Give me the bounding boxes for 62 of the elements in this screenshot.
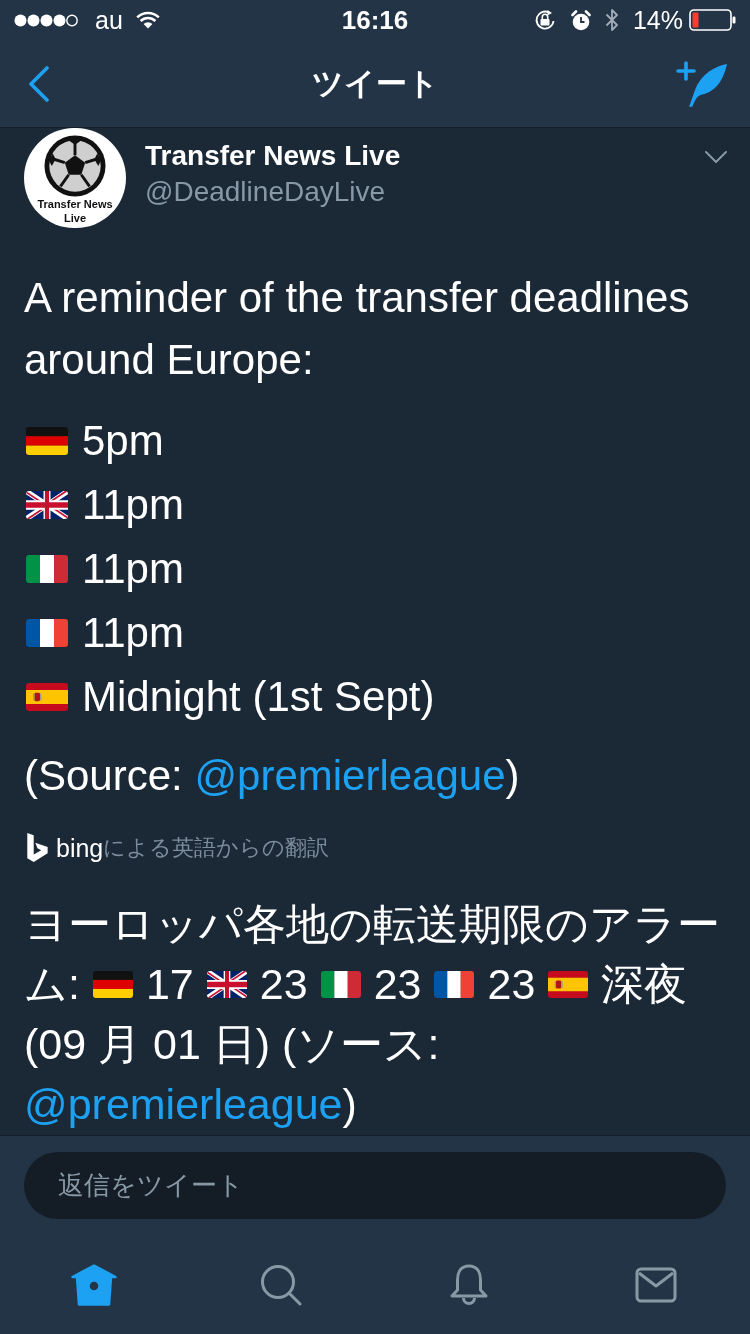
deadline-text: Midnight (1st Sept) (82, 672, 435, 722)
translation-brand: bing (56, 833, 104, 864)
spain-flag-icon (26, 683, 68, 711)
battery-icon (689, 9, 736, 31)
uk-flag-icon (26, 491, 68, 519)
compose-button[interactable] (676, 59, 728, 108)
spain-flag-icon (548, 970, 589, 998)
chevron-down-icon (704, 150, 728, 164)
compose-icon (676, 59, 728, 108)
rotation-lock-icon (533, 9, 556, 31)
translation-text: 23 (487, 959, 536, 1010)
notifications-tab[interactable] (448, 1264, 489, 1306)
logo-icon (26, 833, 50, 863)
time-text: 16:16 (341, 5, 409, 35)
soccer-ball-icon (44, 135, 106, 197)
germany-flag-icon (26, 427, 68, 455)
source-text: (Source: @premierleague) (24, 751, 520, 801)
france-flag-icon (26, 619, 68, 647)
bluetooth-icon (604, 7, 619, 33)
home-tab[interactable] (70, 1264, 117, 1306)
screen-title: ツイート (311, 64, 439, 103)
search-icon (260, 1264, 303, 1306)
translation-text: (09 月 01 日) (ソース: (24, 1019, 440, 1070)
deadline-text: 5pm (82, 416, 164, 466)
avatar-logo-text: Live (64, 211, 86, 225)
mention-link[interactable]: @premierleague (194, 752, 506, 799)
mention-link[interactable]: @premierleague (24, 1074, 343, 1134)
avatar-logo-text: Transfer News (37, 197, 113, 211)
italy-flag-icon (26, 555, 68, 583)
tweet-menu-button[interactable] (704, 150, 728, 164)
chevron-left-icon (28, 65, 50, 102)
back-button[interactable] (28, 65, 50, 102)
deadline-text: 11pm (82, 544, 184, 594)
translation-text: 23 (259, 959, 308, 1010)
avatar[interactable]: Transfer News Live (24, 128, 126, 228)
italy-flag-icon (320, 970, 361, 998)
reply-field[interactable]: 返信をツイート (24, 1152, 726, 1219)
alarm-clock-icon (570, 9, 591, 31)
home-icon (70, 1264, 117, 1306)
carrier-text: au (95, 5, 123, 35)
search-tab[interactable] (260, 1264, 303, 1306)
germany-flag-icon (92, 970, 133, 998)
translation-text: ) (342, 1079, 357, 1130)
signal-icon (14, 13, 78, 27)
mail-icon (635, 1267, 678, 1303)
translation-text: 23 (373, 959, 422, 1010)
messages-tab[interactable] (635, 1267, 678, 1303)
translation-text: 深夜 (601, 959, 688, 1010)
uk-flag-icon (206, 970, 247, 998)
tweet-text: A reminder of the transfer deadlines around Europe: (24, 273, 691, 385)
wifi-icon (135, 11, 160, 29)
deadline-text: 11pm (82, 608, 184, 658)
translation-text: ヨーロッパ各地の転送期限のアラー (24, 899, 720, 950)
france-flag-icon (434, 970, 475, 998)
account-name: Transfer News Live (145, 139, 401, 173)
bell-icon (448, 1264, 489, 1306)
battery-percent-text: 14% (632, 5, 683, 35)
translation-credit-text: による英語からの翻訳 (103, 834, 330, 862)
translation-text: 17 (145, 959, 194, 1010)
deadline-text: 11pm (82, 480, 184, 530)
translation-text: ム: (24, 959, 80, 1010)
account-handle: @DeadlineDayLive (145, 175, 386, 209)
